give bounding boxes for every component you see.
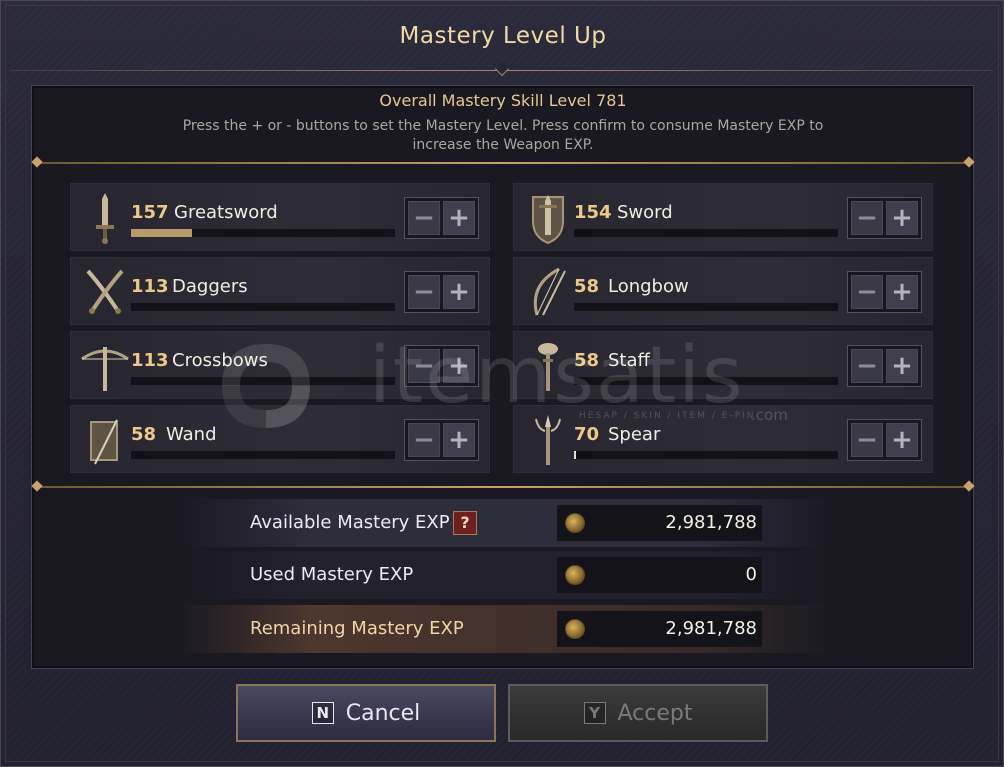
skill-level: 70 [574, 424, 600, 445]
skill-card-spear: 70 Spear − + [513, 405, 933, 473]
skill-progress-bar [131, 377, 395, 385]
decrease-button[interactable]: − [408, 201, 440, 235]
accept-button[interactable]: Y Accept [508, 684, 768, 742]
skill-card-sword: 154 Sword − + [513, 183, 933, 251]
used-exp-box: 0 [557, 557, 762, 593]
bottom-divider [37, 486, 969, 488]
skill-level: 58 [131, 424, 157, 445]
level-stepper: − + [404, 419, 479, 461]
decrease-button[interactable]: − [851, 275, 883, 309]
level-stepper: − + [847, 419, 922, 461]
level-stepper: − + [404, 197, 479, 239]
decrease-button[interactable]: − [408, 349, 440, 383]
skill-progress-fill [131, 229, 192, 237]
skill-name: Greatsword [174, 202, 278, 223]
staff-icon [520, 338, 576, 394]
decrease-button[interactable]: − [851, 423, 883, 457]
level-stepper: − + [847, 197, 922, 239]
available-exp-label: Available Mastery EXP [250, 512, 450, 533]
mastery-dialog: Mastery Level Up Overall Mastery Skill L… [0, 0, 1004, 767]
remaining-exp-row: Remaining Mastery EXP 2,981,788 [181, 605, 829, 653]
mastery-coin-icon [565, 565, 585, 585]
overall-mastery-level: Overall Mastery Skill Level 781 [379, 91, 627, 110]
wand-icon [77, 412, 133, 468]
skill-progress-fill [574, 451, 576, 459]
dialog-title: Mastery Level Up [399, 23, 607, 49]
skill-card-daggers: 113 Daggers − + [70, 257, 490, 325]
remaining-exp-label: Remaining Mastery EXP [250, 618, 464, 639]
level-stepper: − + [847, 271, 922, 313]
cancel-label: Cancel [345, 700, 421, 726]
cancel-key-badge: N [311, 702, 334, 724]
skill-name: Wand [166, 424, 217, 445]
sword-icon [520, 190, 576, 246]
increase-button[interactable]: + [886, 201, 918, 235]
increase-button[interactable]: + [886, 423, 918, 457]
decrease-button[interactable]: − [851, 349, 883, 383]
skill-progress-bar [131, 451, 395, 459]
skill-card-staff: 58 Staff − + [513, 331, 933, 399]
skill-progress-bar [131, 303, 395, 311]
used-exp-label: Used Mastery EXP [250, 564, 414, 585]
skill-level: 157 [131, 202, 169, 223]
accept-key-badge: Y [583, 702, 606, 724]
mastery-coin-icon [565, 513, 585, 533]
available-exp-row: Available Mastery EXP ? 2,981,788 [181, 499, 829, 547]
skill-name: Staff [608, 350, 650, 371]
top-divider [37, 162, 969, 164]
remaining-exp-box: 2,981,788 [557, 611, 762, 647]
decrease-button[interactable]: − [851, 201, 883, 235]
increase-button[interactable]: + [886, 349, 918, 383]
used-exp-row: Used Mastery EXP 0 [181, 551, 829, 599]
skill-progress-bar [131, 229, 395, 237]
level-stepper: − + [404, 345, 479, 387]
decrease-button[interactable]: − [408, 275, 440, 309]
skill-progress-bar [574, 377, 838, 385]
skill-level: 113 [131, 276, 169, 297]
help-button[interactable]: ? [453, 511, 477, 535]
available-exp-value: 2,981,788 [665, 512, 757, 533]
skill-progress-bar [574, 451, 838, 459]
increase-button[interactable]: + [886, 275, 918, 309]
skill-level: 113 [131, 350, 169, 371]
skill-name: Crossbows [172, 350, 268, 371]
skill-card-wand: 58 Wand − + [70, 405, 490, 473]
instructions-text: Press the + or - buttons to set the Mast… [182, 118, 824, 153]
level-stepper: − + [847, 345, 922, 387]
crossbow-icon [77, 338, 133, 394]
increase-button[interactable]: + [443, 275, 475, 309]
accept-label: Accept [617, 700, 693, 726]
daggers-icon [77, 264, 133, 320]
cancel-button[interactable]: N Cancel [236, 684, 496, 742]
mastery-coin-icon [565, 619, 585, 639]
greatsword-icon [77, 190, 133, 246]
level-stepper: − + [404, 271, 479, 313]
spear-icon [520, 412, 576, 468]
skill-progress-bar [574, 229, 838, 237]
skill-name: Longbow [608, 276, 689, 297]
skill-progress-bar [574, 303, 838, 311]
skill-level: 58 [574, 350, 600, 371]
title-notch-ornament [494, 61, 510, 77]
used-exp-value: 0 [745, 564, 757, 585]
skill-card-longbow: 58 Longbow − + [513, 257, 933, 325]
skill-level: 58 [574, 276, 600, 297]
increase-button[interactable]: + [443, 423, 475, 457]
skill-level: 154 [574, 202, 612, 223]
skill-name: Sword [617, 202, 673, 223]
remaining-exp-value: 2,981,788 [665, 618, 757, 639]
skill-name: Spear [608, 424, 661, 445]
skill-card-crossbows: 113 Crossbows − + [70, 331, 490, 399]
increase-button[interactable]: + [443, 201, 475, 235]
increase-button[interactable]: + [443, 349, 475, 383]
skill-card-greatsword: 157 Greatsword − + [70, 183, 490, 251]
skill-name: Daggers [172, 276, 248, 297]
longbow-icon [520, 264, 576, 320]
decrease-button[interactable]: − [408, 423, 440, 457]
available-exp-box: 2,981,788 [557, 505, 762, 541]
